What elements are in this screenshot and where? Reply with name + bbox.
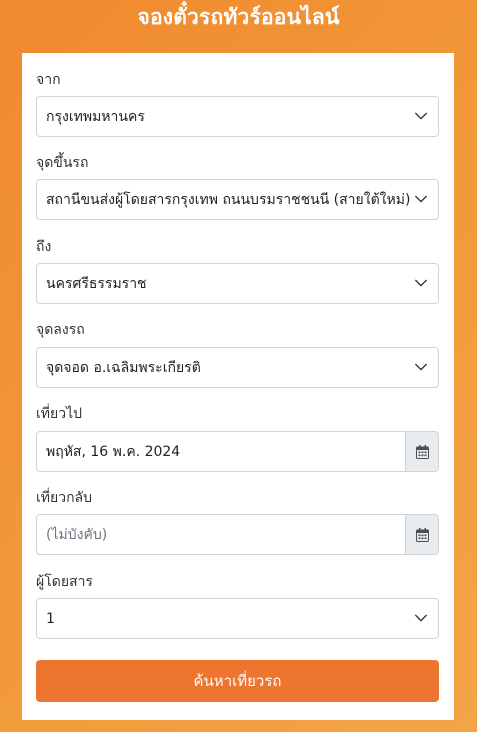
depart-date-group: พฤหัส, 16 พ.ค. 2024 [36, 431, 439, 472]
depart-date-input[interactable]: พฤหัส, 16 พ.ค. 2024 [37, 432, 406, 471]
chevron-down-icon [415, 279, 427, 287]
dropoff-value: จุดจอด อ.เฉลิมพระเกียรติ [46, 359, 201, 376]
booking-form: จาก กรุงเทพมหานคร จุดขึ้นรถ สถานีขนส่งผู… [22, 53, 454, 720]
to-value: นครศรีธรรมราช [46, 275, 147, 292]
from-label: จาก [36, 72, 61, 88]
depart-calendar-button[interactable] [405, 432, 438, 471]
calendar-icon [415, 527, 429, 542]
passengers-value: 1 [46, 610, 55, 627]
pickup-value: สถานีขนส่งผู้โดยสารกรุงเทพ ถนนบรมราชชนนี… [46, 191, 411, 208]
calendar-icon [415, 444, 429, 459]
chevron-down-icon [415, 195, 427, 203]
chevron-down-icon [415, 614, 427, 622]
page-title: จองตั๋วรถทัวร์ออนไลน์ [137, 5, 340, 29]
return-label: เที่ยวกลับ [36, 490, 93, 506]
passengers-select[interactable]: 1 [36, 598, 439, 639]
return-date-input[interactable] [37, 515, 406, 554]
chevron-down-icon [415, 363, 427, 371]
dropoff-select[interactable]: จุดจอด อ.เฉลิมพระเกียรติ [36, 347, 439, 388]
from-select[interactable]: กรุงเทพมหานคร [36, 96, 439, 137]
dropoff-label: จุดลงรถ [36, 322, 85, 338]
pickup-select[interactable]: สถานีขนส่งผู้โดยสารกรุงเทพ ถนนบรมราชชนนี… [36, 179, 439, 220]
to-label: ถึง [36, 239, 52, 255]
chevron-down-icon [415, 112, 427, 120]
depart-label: เที่ยวไป [36, 406, 83, 422]
return-calendar-button[interactable] [405, 515, 438, 554]
return-date-group [36, 514, 439, 555]
passengers-label: ผู้โดยสาร [36, 574, 93, 590]
from-value: กรุงเทพมหานคร [46, 108, 145, 125]
search-trips-button[interactable]: ค้นหาเที่ยวรถ [36, 660, 439, 702]
to-select[interactable]: นครศรีธรรมราช [36, 263, 439, 304]
pickup-label: จุดขึ้นรถ [36, 155, 89, 171]
